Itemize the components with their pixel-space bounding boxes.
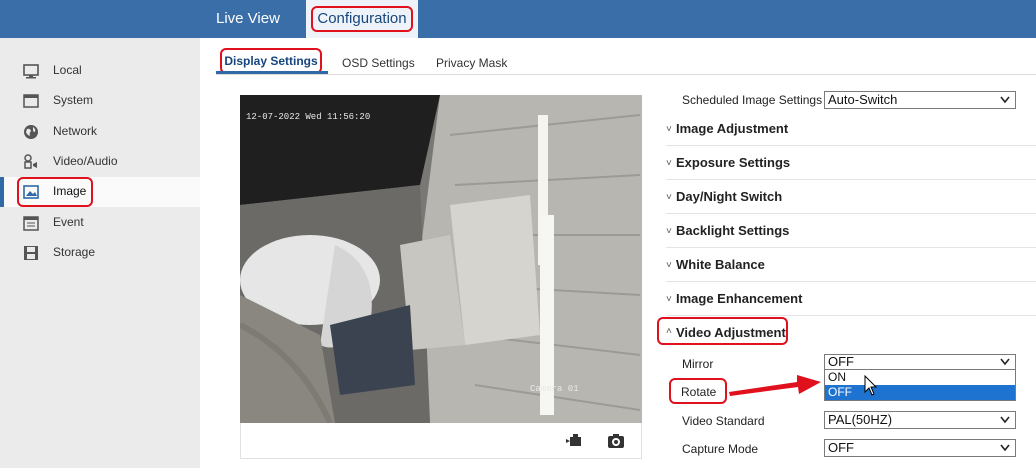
camera-config-page: Live View Configuration Local System Net…	[0, 0, 1036, 468]
sidebar-item-label: Storage	[53, 245, 96, 259]
collapse-caret-icon: ˄	[666, 326, 672, 337]
section-title: Day/Night Switch	[676, 189, 783, 204]
video-timestamp: 12-07-2022 Wed 11:56:20	[246, 112, 370, 122]
section-title: White Balance	[676, 257, 765, 272]
section-backlight-settings[interactable]: ˅ Backlight Settings	[666, 214, 1036, 248]
rotate-label: Rotate	[681, 385, 717, 399]
sidebar-item-label: Network	[53, 124, 98, 138]
tab-osd-settings[interactable]: OSD Settings	[342, 56, 415, 70]
expand-caret-icon: ˅	[666, 192, 672, 203]
mirror-option-off[interactable]: OFF	[825, 385, 1015, 400]
video-standard-label: Video Standard	[682, 414, 765, 428]
section-title: Image Adjustment	[676, 121, 789, 136]
capture-mode-label: Capture Mode	[682, 442, 759, 456]
video-preview[interactable]: 12-07-2022 Wed 11:56:20 Camera 01	[240, 95, 642, 423]
tab-configuration[interactable]: Configuration	[306, 0, 418, 38]
record-icon[interactable]	[565, 432, 585, 450]
expand-caret-icon: ˅	[666, 226, 672, 237]
section-white-balance[interactable]: ˅ White Balance	[666, 248, 1036, 282]
section-title: Backlight Settings	[676, 223, 790, 238]
sidebar-item-local[interactable]: Local	[0, 56, 200, 86]
mirror-option-on[interactable]: ON	[825, 370, 1015, 385]
mirror-select[interactable]: OFF	[824, 354, 1016, 370]
scheduled-image-settings-value: Auto-Switch	[828, 92, 898, 107]
section-exposure-settings[interactable]: ˅ Exposure Settings	[666, 146, 1036, 180]
capture-mode-select[interactable]: OFF	[824, 439, 1016, 457]
tab-live-view[interactable]: Live View	[216, 0, 280, 38]
globe-icon	[24, 125, 38, 139]
snapshot-icon[interactable]	[606, 432, 626, 450]
monitor-icon	[23, 64, 39, 79]
sidebar-item-image[interactable]: Image	[0, 177, 200, 207]
chevron-down-icon	[1000, 444, 1010, 452]
image-icon	[23, 185, 39, 199]
expand-caret-icon: ˅	[666, 260, 672, 271]
capture-mode-value: OFF	[828, 440, 854, 455]
mouse-cursor-icon	[864, 375, 878, 396]
chevron-down-icon	[1000, 96, 1010, 104]
section-title: Image Enhancement	[676, 291, 803, 306]
sidebar: Local System Network Video/Audio Image E…	[0, 38, 200, 468]
expand-caret-icon: ˅	[666, 124, 672, 135]
expand-caret-icon: ˅	[666, 158, 672, 169]
sidebar-item-event[interactable]: Event	[0, 208, 200, 238]
sidebar-item-label: System	[53, 93, 94, 107]
video-standard-select[interactable]: PAL(50HZ)	[824, 411, 1016, 429]
sidebar-item-label: Image	[53, 184, 87, 198]
chevron-down-icon	[1000, 358, 1010, 366]
scheduled-image-settings-label: Scheduled Image Settings	[682, 93, 823, 107]
scheduled-image-settings-select[interactable]: Auto-Switch	[824, 91, 1016, 109]
video-audio-icon	[24, 154, 37, 169]
camera-scene: 12-07-2022 Wed 11:56:20 Camera 01	[240, 95, 642, 423]
section-day-night-switch[interactable]: ˅ Day/Night Switch	[666, 180, 1036, 214]
section-image-adjustment[interactable]: ˅ Image Adjustment	[666, 112, 1036, 146]
floppy-icon	[24, 246, 38, 260]
sidebar-item-label: Local	[53, 63, 82, 77]
window-icon	[23, 94, 39, 108]
video-standard-value: PAL(50HZ)	[828, 412, 893, 427]
video-camera-name: Camera 01	[530, 384, 579, 394]
sidebar-item-system[interactable]: System	[0, 86, 200, 116]
mirror-value: OFF	[828, 354, 854, 369]
configuration-label: Configuration	[311, 6, 413, 32]
tab-privacy-mask[interactable]: Privacy Mask	[436, 56, 507, 70]
expand-caret-icon: ˅	[666, 294, 672, 305]
section-title: Video Adjustment	[676, 325, 786, 340]
mirror-dropdown-list: ON OFF	[824, 369, 1016, 401]
sidebar-item-video-audio[interactable]: Video/Audio	[0, 147, 200, 177]
mirror-label: Mirror	[682, 357, 714, 371]
arrow-annotation-icon	[729, 375, 821, 396]
section-image-enhancement[interactable]: ˅ Image Enhancement	[666, 282, 1036, 316]
calendar-icon	[23, 216, 39, 231]
sidebar-item-label: Video/Audio	[53, 154, 118, 168]
sidebar-item-label: Event	[53, 215, 84, 229]
section-title: Exposure Settings	[676, 155, 791, 170]
top-nav-bar	[0, 0, 1036, 38]
sidebar-item-network[interactable]: Network	[0, 117, 200, 147]
tab-divider	[216, 74, 1036, 75]
chevron-down-icon	[1000, 416, 1010, 424]
sidebar-item-storage[interactable]: Storage	[0, 238, 200, 268]
section-video-adjustment[interactable]: ˄ Video Adjustment	[657, 316, 1036, 350]
